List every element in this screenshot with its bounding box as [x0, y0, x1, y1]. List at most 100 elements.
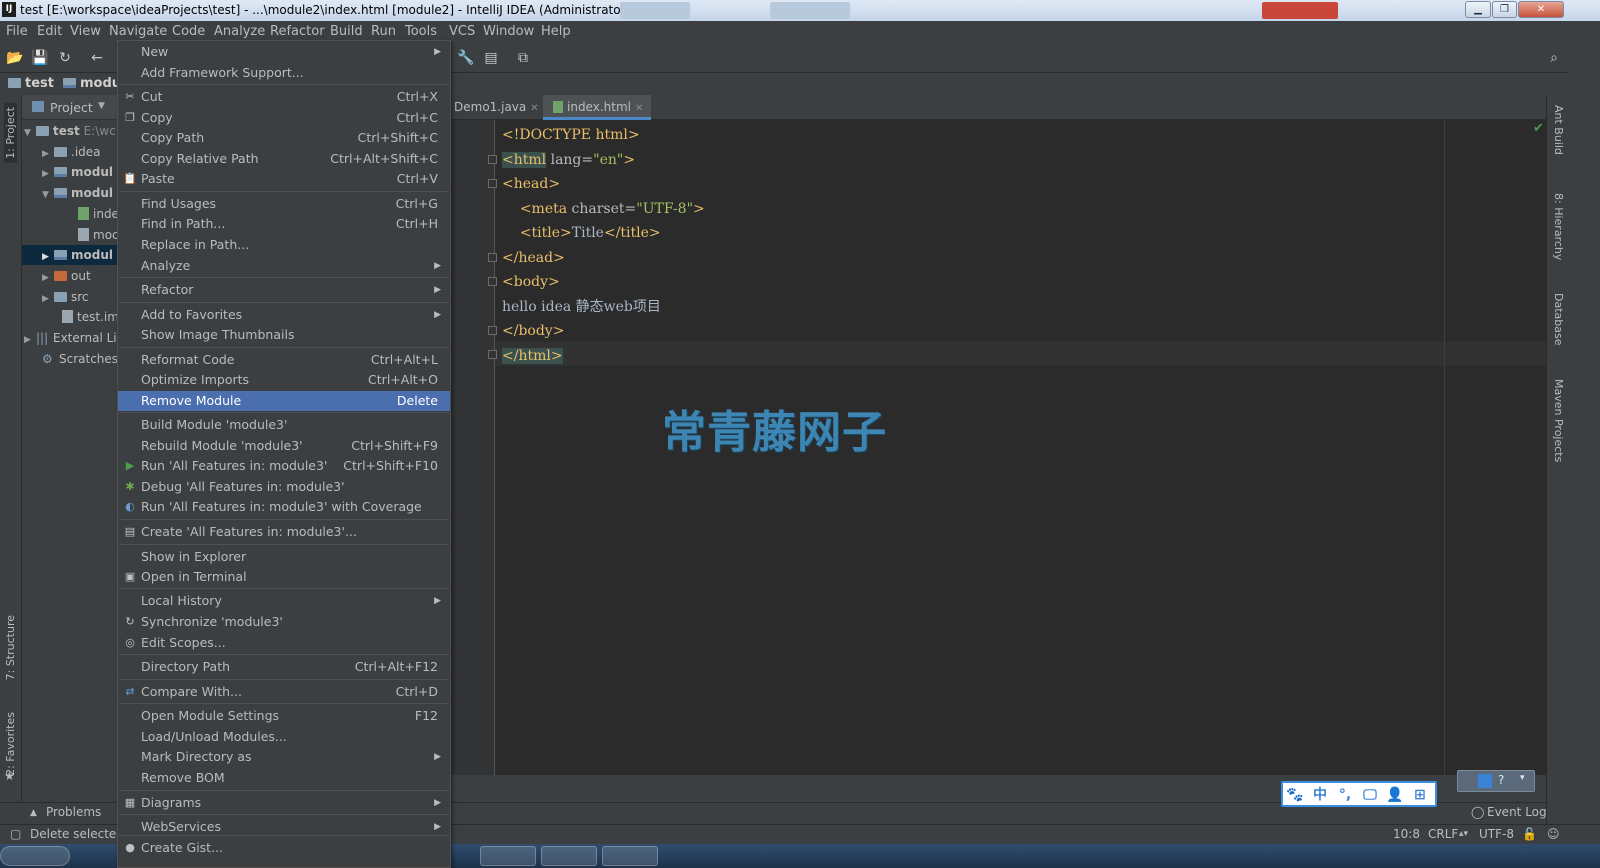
tool-tab-problems[interactable]: Problems — [46, 805, 101, 819]
tree-row-external-libraries[interactable]: ▶ ||| External Li — [22, 328, 120, 348]
menu-item-show-image-thumbnails[interactable]: Show Image Thumbnails — [118, 325, 450, 345]
project-panel-header[interactable]: Project ▼ — [22, 95, 120, 120]
collapse-arrow-icon[interactable]: ▶ — [42, 164, 54, 184]
tool-tab-project[interactable]: 1: Project — [4, 103, 17, 163]
menu-item-analyze[interactable]: Analyze ▶ — [118, 256, 450, 276]
taskbar-app-button[interactable] — [541, 846, 597, 866]
menu-item-find-in-path[interactable]: Find in Path... Ctrl+H — [118, 214, 450, 234]
sdk-manager-icon[interactable]: ⧉ — [514, 49, 532, 67]
tree-row-scratches[interactable]: ⚙ Scratches — [22, 349, 120, 369]
status-toggle-icon[interactable]: ▢ — [10, 827, 21, 841]
lock-icon[interactable]: 🔓 — [1522, 827, 1537, 841]
code-line[interactable]: <body> — [502, 270, 560, 294]
menu-item-diagrams[interactable]: ▦ Diagrams ▶ — [118, 793, 450, 813]
menu-item-compare-with[interactable]: ⇄ Compare With... Ctrl+D — [118, 682, 450, 702]
caret-position[interactable]: 10:8 — [1393, 827, 1420, 841]
synchronize-icon[interactable]: ↻ — [56, 49, 74, 67]
tool-tab-ant-build[interactable]: Ant Build — [1552, 105, 1565, 155]
fold-marker-icon[interactable] — [488, 326, 497, 335]
ime-keyboard-icon[interactable]: 🖵 — [1361, 786, 1379, 804]
expand-arrow-icon[interactable]: ▼ — [24, 123, 36, 143]
tree-row-module-iml[interactable]: moc — [22, 225, 120, 245]
ime-punctuation-icon[interactable]: °, — [1336, 786, 1354, 804]
menu-item-create-gist[interactable]: ● Create Gist... — [118, 838, 450, 858]
tree-row-test[interactable]: ▼ test E:\wc — [22, 121, 120, 141]
tool-tab-favorites[interactable]: 2: Favorites — [4, 712, 17, 776]
tool-tab-database[interactable]: Database — [1552, 293, 1565, 346]
open-folder-icon[interactable]: 📂 — [6, 49, 24, 67]
fold-marker-icon[interactable] — [488, 253, 497, 262]
menu-build[interactable]: Build — [330, 24, 363, 39]
chevron-down-icon[interactable]: ▾ — [1520, 773, 1525, 783]
menu-item-build-module[interactable]: Build Module 'module3' — [118, 415, 450, 435]
menu-item-mark-directory-as[interactable]: Mark Directory as ▶ — [118, 747, 450, 767]
code-line[interactable]: <html lang="en"> — [502, 148, 635, 172]
menu-item-rebuild-module[interactable]: Rebuild Module 'module3' Ctrl+Shift+F9 — [118, 436, 450, 456]
menu-item-load-unload-modules[interactable]: Load/Unload Modules... — [118, 727, 450, 747]
menu-item-copy-path[interactable]: Copy Path Ctrl+Shift+C — [118, 128, 450, 148]
ime-chinese-mode-icon[interactable]: 中 — [1311, 786, 1329, 804]
tree-row-idea[interactable]: ▶ .idea — [22, 142, 120, 162]
menu-item-debug-all-features[interactable]: ✱ Debug 'All Features in: module3' — [118, 477, 450, 497]
menu-item-add-framework-support[interactable]: Add Framework Support... — [118, 63, 450, 83]
menu-item-replace-in-path[interactable]: Replace in Path... — [118, 235, 450, 255]
menu-item-paste[interactable]: 📋 Paste Ctrl+V — [118, 169, 450, 189]
tool-tab-hierarchy[interactable]: 8: Hierarchy — [1552, 193, 1565, 260]
menu-run[interactable]: Run — [371, 24, 396, 39]
menu-edit[interactable]: Edit — [37, 24, 62, 39]
code-line[interactable]: <meta charset="UTF-8"> — [502, 197, 705, 221]
code-line[interactable]: hello idea 静态web项目 — [502, 295, 661, 319]
close-tab-icon[interactable]: ✕ — [635, 103, 643, 114]
menu-item-refactor[interactable]: Refactor ▶ — [118, 280, 450, 300]
fold-marker-icon[interactable] — [488, 179, 497, 188]
menu-item-optimize-imports[interactable]: Optimize Imports Ctrl+Alt+O — [118, 370, 450, 390]
menu-item-find-usages[interactable]: Find Usages Ctrl+G — [118, 194, 450, 214]
menu-item-local-history[interactable]: Local History ▶ — [118, 591, 450, 611]
collapse-arrow-icon[interactable]: ▶ — [42, 144, 54, 164]
inspector-icon[interactable]: ☺ — [1547, 827, 1560, 841]
collapse-arrow-icon[interactable]: ▶ — [42, 268, 54, 288]
taskbar-app-button[interactable] — [480, 846, 536, 866]
chevron-down-icon[interactable]: ▼ — [98, 101, 105, 111]
menu-item-synchronize[interactable]: ↻ Synchronize 'module3' — [118, 612, 450, 632]
menu-item-run-all-features[interactable]: ▶ Run 'All Features in: module3' Ctrl+Shif… — [118, 456, 450, 476]
minimize-button[interactable]: ▁ — [1465, 1, 1491, 18]
menu-item-show-in-explorer[interactable]: Show in Explorer — [118, 547, 450, 567]
menu-item-open-module-settings[interactable]: Open Module Settings F12 — [118, 706, 450, 726]
collapse-arrow-icon[interactable]: ▶ — [42, 247, 54, 267]
tool-tab-maven-projects[interactable]: Maven Projects — [1552, 379, 1565, 462]
code-line[interactable]: <head> — [502, 172, 560, 196]
menu-item-remove-bom[interactable]: Remove BOM — [118, 768, 450, 788]
fold-marker-icon[interactable] — [488, 155, 497, 164]
tree-row-module1[interactable]: ▶ modul — [22, 162, 120, 182]
taskbar-app-button[interactable] — [602, 846, 658, 866]
menu-item-remove-module[interactable]: Remove Module Delete — [118, 391, 450, 411]
menu-item-create-run-config[interactable]: ▤ Create 'All Features in: module3'... — [118, 522, 450, 542]
ime-toolbox-icon[interactable]: ⊞ — [1411, 786, 1429, 804]
save-all-icon[interactable]: 💾 — [31, 49, 49, 67]
tool-tab-structure[interactable]: 7: Structure — [4, 615, 17, 680]
menu-file[interactable]: File — [6, 24, 28, 39]
menu-refactor[interactable]: Refactor — [270, 24, 325, 39]
fold-marker-icon[interactable] — [488, 350, 497, 359]
menu-tools[interactable]: Tools — [405, 24, 437, 39]
breadcrumb-test[interactable]: test — [8, 76, 54, 91]
favorites-star-icon[interactable]: ★ — [4, 769, 15, 783]
code-line[interactable]: <title>Title</title> — [502, 221, 661, 245]
menu-item-run-with-coverage[interactable]: ◐ Run 'All Features in: module3' with Cov… — [118, 497, 450, 517]
menu-item-add-to-favorites[interactable]: Add to Favorites ▶ — [118, 305, 450, 325]
code-line[interactable]: </head> — [502, 246, 565, 270]
close-window-button[interactable]: ✕ — [1518, 1, 1564, 18]
tool-tab-event-log[interactable]: Event Log — [1487, 805, 1547, 819]
expand-arrow-icon[interactable]: ▼ — [42, 185, 54, 205]
menu-item-new[interactable]: New ▶ — [118, 42, 450, 62]
menu-item-webservices[interactable]: WebServices ▶ — [118, 817, 450, 837]
code-line[interactable]: <!DOCTYPE html> — [502, 123, 640, 147]
collapse-arrow-icon[interactable]: ▶ — [42, 289, 54, 309]
tree-row-module3-selected[interactable]: ▶ modul — [22, 245, 120, 265]
tab-demo1-java[interactable]: Demo1.java ✕ — [454, 95, 545, 120]
ime-status-mini-bar[interactable]: ? ▾ — [1457, 770, 1535, 792]
collapse-arrow-icon[interactable]: ▶ — [24, 330, 36, 350]
menu-item-copy[interactable]: ❐ Copy Ctrl+C — [118, 108, 450, 128]
line-separator[interactable]: CRLF — [1428, 827, 1458, 841]
